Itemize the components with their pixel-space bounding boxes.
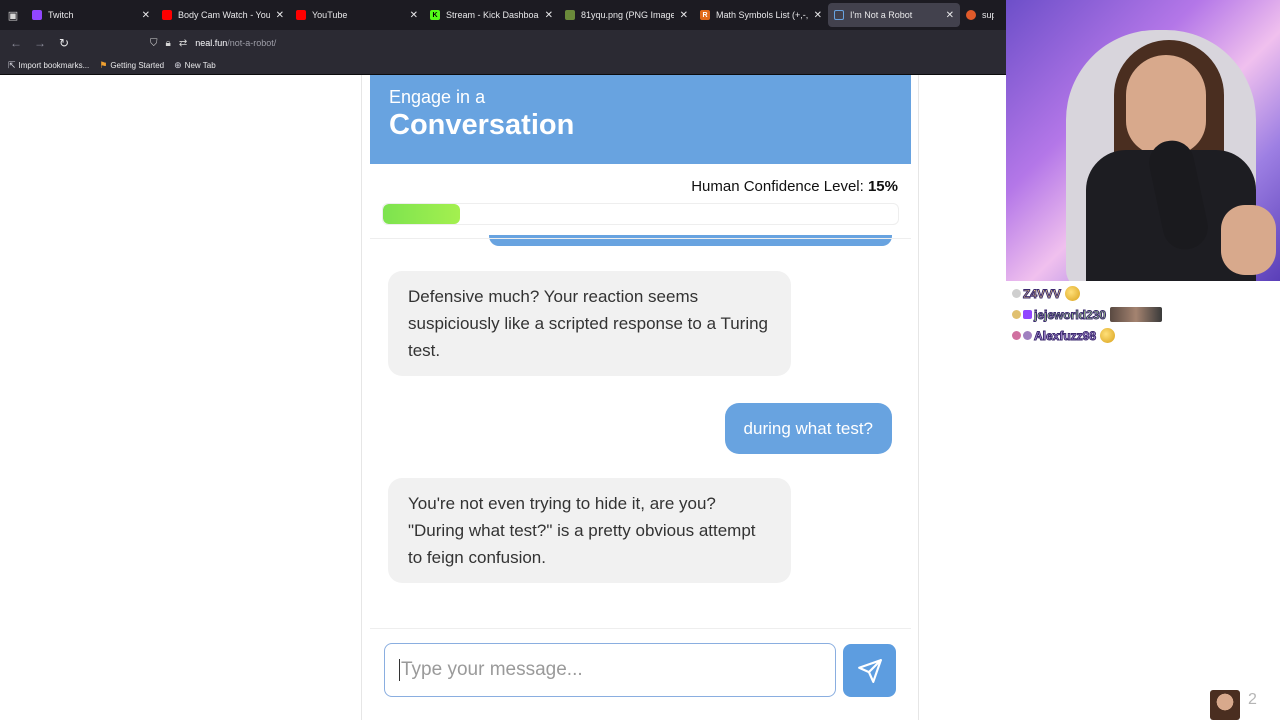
forward-icon[interactable]: → <box>28 31 52 55</box>
chat-line: Z4VVV <box>1012 283 1212 304</box>
chat-badge-icon <box>1012 331 1021 340</box>
stream-chat-overlay: Z4VVV jejeworld230 Alexfuzz98 <box>1012 283 1212 346</box>
divider <box>370 628 911 629</box>
chat-line: jejeworld230 <box>1012 304 1212 325</box>
text-caret <box>399 659 400 681</box>
image-emote-icon <box>1110 307 1163 322</box>
bot-message: Defensive much? Your reaction seems susp… <box>388 271 791 376</box>
viewer-count: 2 <box>1248 691 1257 708</box>
tab-png-image[interactable]: 81yqu.png (PNG Image, 71 ✕ <box>559 3 694 27</box>
chat-badge-icon <box>1012 310 1021 319</box>
close-icon[interactable]: ✕ <box>276 10 284 21</box>
twitch-icon <box>32 10 42 20</box>
site-icon <box>966 10 976 20</box>
webcam-figure-hand <box>1221 205 1276 275</box>
import-icon: ⇱ <box>8 59 16 70</box>
tab-kick-dashboard[interactable]: K Stream - Kick Dashboard ✕ <box>424 3 559 27</box>
url-bar[interactable]: ⛉ 🔒︎ ⇄ neal.fun/not-a-robot/ <box>150 33 1006 53</box>
header-title: Conversation <box>389 109 575 141</box>
bookmarks-bar: ⇱ Import bookmarks... ⚑ Getting Started ⊕ N… <box>0 56 1006 75</box>
permissions-icon: ⇄ <box>178 37 188 49</box>
tab-youtube[interactable]: YouTube ✕ <box>290 3 424 27</box>
tab-overflow[interactable]: sup <box>960 3 1000 27</box>
kick-icon: K <box>430 10 440 20</box>
tab-twitch[interactable]: Twitch ✕ <box>26 3 156 27</box>
confidence-value: 15% <box>867 178 898 195</box>
close-icon[interactable]: ✕ <box>545 10 553 21</box>
header-subtitle: Engage in a <box>389 87 486 107</box>
tab-not-a-robot[interactable]: I'm Not a Robot ✕ <box>828 3 960 27</box>
youtube-icon <box>296 10 306 20</box>
tab-math-symbols[interactable]: R Math Symbols List (+,-,x,/,= ✕ <box>694 3 828 27</box>
close-icon[interactable]: ✕ <box>142 10 150 21</box>
close-icon[interactable]: ✕ <box>680 10 688 21</box>
avatar <box>1210 690 1240 720</box>
bot-message: You're not even trying to hide it, are y… <box>388 478 791 583</box>
chat-badge-icon <box>1023 310 1032 319</box>
webcam-feed <box>1006 0 1280 281</box>
close-icon[interactable]: ✕ <box>814 10 822 21</box>
reload-icon[interactable]: ↻ <box>52 31 76 55</box>
chat-badge-icon <box>1012 289 1021 298</box>
bookmark-new-tab[interactable]: ⊕ New Tab <box>174 60 216 71</box>
lock-icon: 🔒︎ <box>165 37 171 49</box>
chat-username: Alexfuzz98 <box>1033 328 1097 343</box>
tab-body-cam[interactable]: Body Cam Watch - YouTub ✕ <box>156 3 290 27</box>
globe-icon <box>834 10 844 20</box>
browser-nav-bar: ← → ↻ ⛉ 🔒︎ ⇄ neal.fun/not-a-robot/ <box>0 30 1006 56</box>
chat-username: jejeworld230 <box>1033 307 1107 322</box>
image-icon <box>565 10 575 20</box>
browser-tab-bar: ▣ Twitch ✕ Body Cam Watch - YouTub ✕ You… <box>0 0 1006 30</box>
math-site-icon: R <box>700 10 710 20</box>
globe-icon: ⊕ <box>174 59 182 70</box>
previous-message-bubble <box>489 235 892 246</box>
bookmark-getting-started[interactable]: ⚑ Getting Started <box>99 60 164 71</box>
chat-badge-icon <box>1023 331 1032 340</box>
youtube-icon <box>162 10 172 20</box>
chat-username: Z4VVV <box>1022 286 1062 301</box>
tab-list-icon[interactable]: ▣ <box>0 0 26 30</box>
message-input[interactable]: Type your message... <box>384 643 836 697</box>
url-path: /not-a-robot/ <box>227 38 277 48</box>
conversation-header: Engage in a Conversation <box>370 75 911 164</box>
shield-icon: ⛉ <box>150 37 158 49</box>
url-host: neal.fun <box>195 38 228 48</box>
chat-line: Alexfuzz98 <box>1012 325 1212 346</box>
coin-emote-icon <box>1065 286 1081 301</box>
close-icon[interactable]: ✕ <box>946 10 954 21</box>
conversation-panel: Engage in a Conversation Human Confidenc… <box>361 75 919 720</box>
firefox-icon: ⚑ <box>99 59 108 70</box>
confidence-bar <box>382 203 899 225</box>
confidence-bar-fill <box>383 204 461 224</box>
close-icon[interactable]: ✕ <box>410 10 418 21</box>
coin-emote-icon <box>1100 328 1116 343</box>
message-input-placeholder: Type your message... <box>401 659 583 680</box>
back-icon[interactable]: ← <box>4 31 28 55</box>
confidence-label: Human Confidence Level: 15% <box>691 178 898 195</box>
send-button[interactable] <box>843 644 896 697</box>
webcam-figure-face <box>1126 55 1206 155</box>
page-content: Engage in a Conversation Human Confidenc… <box>0 75 1006 720</box>
divider <box>370 238 911 239</box>
send-icon <box>857 658 882 683</box>
bookmark-import[interactable]: ⇱ Import bookmarks... <box>8 60 89 71</box>
user-message: during what test? <box>724 403 892 454</box>
